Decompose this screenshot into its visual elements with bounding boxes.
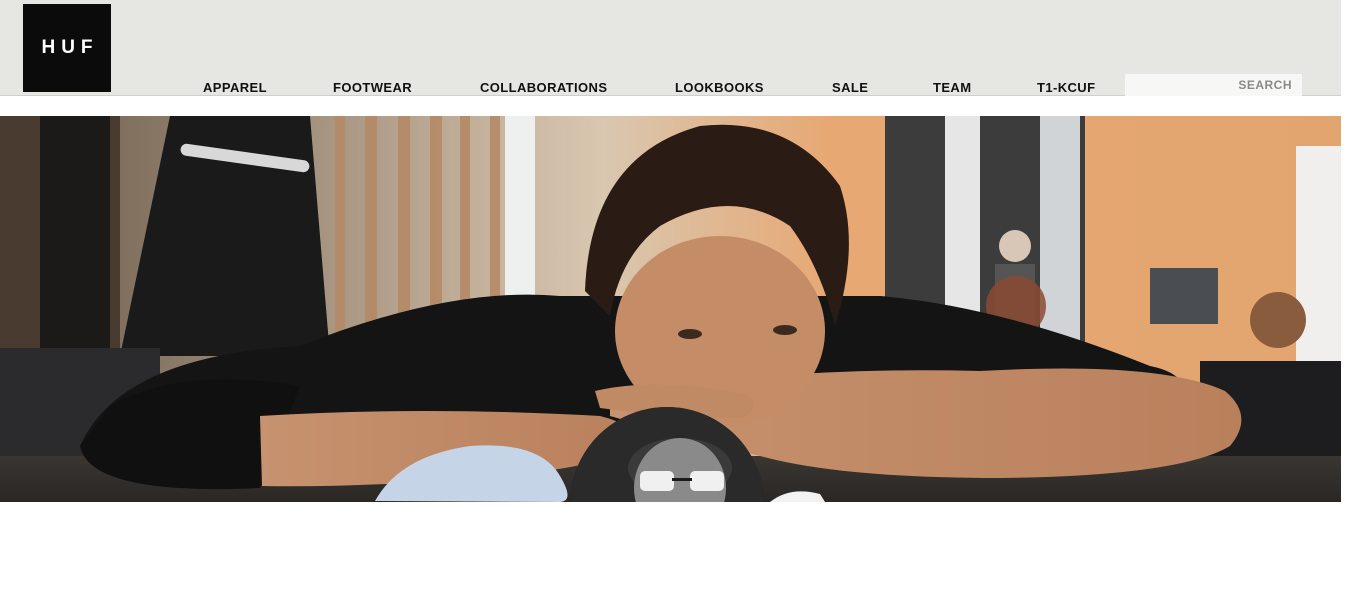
nav-item-sale[interactable]: SALE bbox=[832, 80, 868, 95]
search-field[interactable] bbox=[1125, 74, 1302, 96]
huf-logo[interactable]: HUF bbox=[23, 4, 111, 92]
nav-item-apparel[interactable]: APPAREL bbox=[203, 80, 267, 95]
nav-item-lookbooks[interactable]: LOOKBOOKS bbox=[675, 80, 764, 95]
hero-photo bbox=[0, 116, 1341, 502]
nav-item-team[interactable]: TEAM bbox=[933, 80, 971, 95]
logo-text: HUF bbox=[41, 37, 99, 58]
nav-item-t1-kcuf[interactable]: T1-KCUF bbox=[1037, 80, 1095, 95]
nav-item-collaborations[interactable]: COLLABORATIONS bbox=[480, 80, 607, 95]
nav-item-footwear[interactable]: FOOTWEAR bbox=[333, 80, 412, 95]
hero-banner[interactable] bbox=[0, 116, 1341, 502]
site-header: HUF APPAREL FOOTWEAR COLLABORATIONS LOOK… bbox=[0, 0, 1341, 96]
search-input[interactable] bbox=[1125, 74, 1302, 96]
